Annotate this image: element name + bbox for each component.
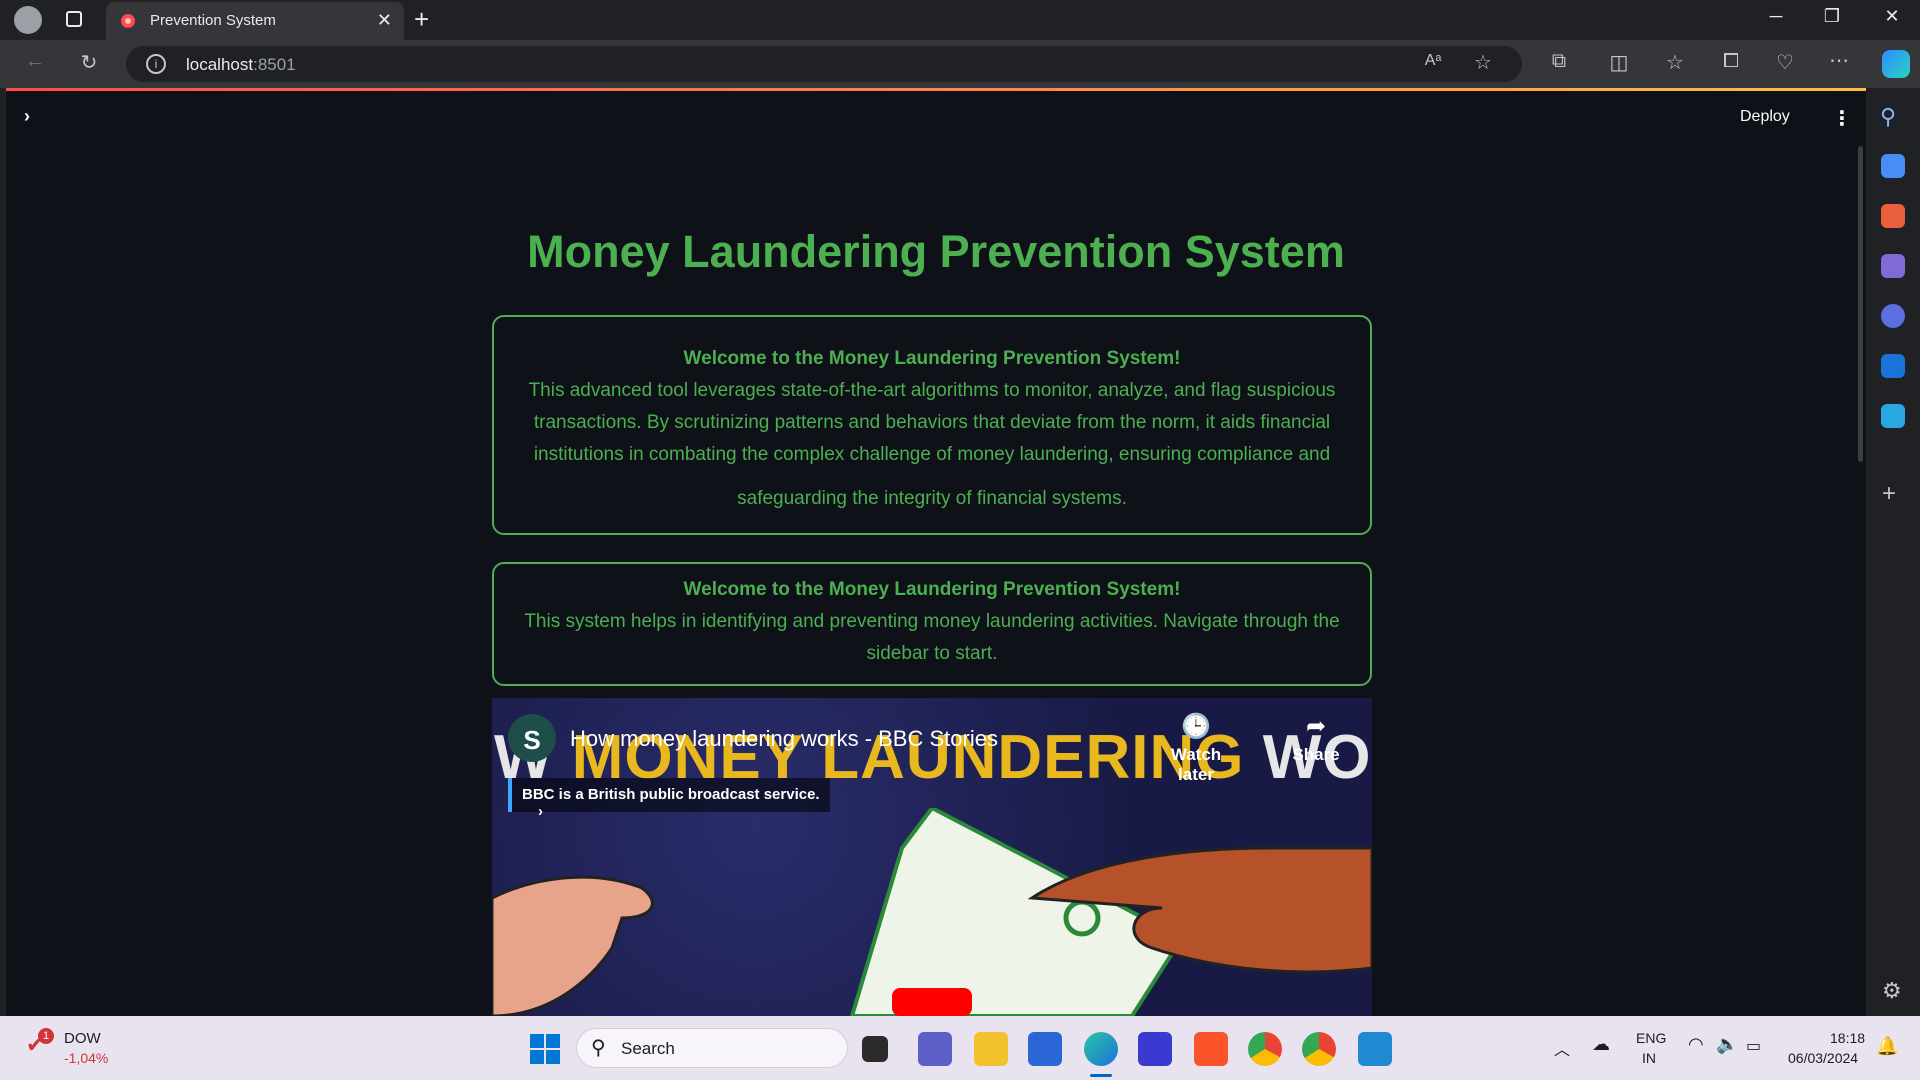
expand-sidebar-icon[interactable]: › <box>24 106 30 127</box>
channel-logo[interactable]: S <box>508 714 556 762</box>
share-label: Share <box>1292 745 1340 764</box>
video-title[interactable]: How money laundering works - BBC Stories <box>570 726 998 752</box>
lang-bottom[interactable]: IN <box>1642 1050 1656 1066</box>
info-card: Welcome to the Money Laundering Preventi… <box>492 562 1372 686</box>
watch-later-button[interactable]: 🕒 Watch later <box>1156 712 1236 785</box>
reload-icon[interactable]: ↻ <box>74 50 104 75</box>
widget-badge: 1 <box>38 1028 54 1044</box>
sidebar-settings-icon[interactable]: ⚙ <box>1882 978 1902 1004</box>
header-decoration <box>6 88 1866 91</box>
welcome-card-body: This advanced tool leverages state-of-th… <box>528 380 1336 465</box>
browser-title-bar: Prevention System ✕ + ─ ❐ ✕ <box>0 0 1920 40</box>
share-button[interactable]: ➦ Share <box>1288 712 1344 765</box>
m365-icon[interactable] <box>1881 304 1905 328</box>
browser-essentials-icon[interactable]: ♡ <box>1770 50 1800 75</box>
favorites-icon[interactable]: ☆ <box>1660 50 1690 75</box>
welcome-card-body-last: safeguarding the integrity of financial … <box>737 488 1127 509</box>
task-view-icon[interactable] <box>862 1036 888 1062</box>
money-hands-illustration <box>492 808 1372 1016</box>
show-hidden-icons[interactable]: ︿ <box>1554 1036 1570 1060</box>
back-icon[interactable]: ← <box>20 50 50 73</box>
sidebar-add-icon[interactable]: + <box>1882 480 1896 508</box>
address-bar[interactable]: i localhost:8501 Aᵃ ☆ <box>126 46 1522 82</box>
chrome-icon[interactable] <box>1248 1032 1282 1066</box>
restore-icon[interactable]: ❐ <box>1812 6 1852 27</box>
window-close-icon[interactable]: ✕ <box>1872 6 1912 27</box>
site-info-icon[interactable]: i <box>146 54 166 74</box>
tab-actions-icon[interactable] <box>66 11 82 27</box>
start-icon[interactable] <box>530 1034 560 1064</box>
active-app-indicator <box>1090 1074 1112 1077</box>
read-aloud-icon[interactable]: Aᵃ <box>1418 52 1448 70</box>
collections-icon[interactable]: ⧠ <box>1716 50 1746 73</box>
minimize-icon[interactable]: ─ <box>1756 6 1796 27</box>
edge-sidebar: ⚲ + ⚙ <box>1866 88 1920 1016</box>
browser-toolbar: ← ↻ i localhost:8501 Aᵃ ☆ ⧉ ◫ ☆ ⧠ ♡ ⋯ <box>0 40 1920 88</box>
wifi-icon[interactable]: ◠ <box>1688 1034 1704 1055</box>
clock-date[interactable]: 06/03/2024 <box>1788 1050 1858 1066</box>
lang-top[interactable]: ENG <box>1636 1030 1666 1046</box>
youtube-video-embed[interactable]: W MONEY LAUNDERING WOR S How money laund… <box>492 698 1372 1016</box>
chrome-profile-icon[interactable] <box>1302 1032 1336 1066</box>
page-title: Money Laundering Prevention System <box>527 226 1345 277</box>
volume-icon[interactable]: 🔈 <box>1716 1034 1738 1055</box>
teams-icon[interactable] <box>918 1032 952 1066</box>
clock-time[interactable]: 18:18 <box>1830 1030 1865 1046</box>
welcome-card-heading: Welcome to the Money Laundering Preventi… <box>683 348 1181 369</box>
tab-title: Prevention System <box>150 12 276 29</box>
profile-avatar[interactable] <box>14 6 42 34</box>
watch-later-label: Watch later <box>1170 745 1222 784</box>
tools-icon[interactable] <box>1881 204 1905 228</box>
games-icon[interactable] <box>1881 254 1905 278</box>
split-screen-icon[interactable]: ◫ <box>1604 50 1634 75</box>
battery-icon[interactable]: ▭ <box>1746 1036 1761 1056</box>
url-port: :8501 <box>253 55 296 74</box>
copilot-icon[interactable] <box>1882 50 1910 78</box>
scrollbar[interactable] <box>1858 146 1863 462</box>
info-card-heading: Welcome to the Money Laundering Preventi… <box>683 579 1181 600</box>
share-icon: ➦ <box>1305 713 1327 740</box>
sidebar-search-icon[interactable]: ⚲ <box>1880 104 1896 130</box>
new-tab-button[interactable]: + <box>414 4 429 35</box>
extensions-icon[interactable]: ⧉ <box>1544 50 1574 73</box>
stock-widget[interactable]: ✔ 1 DOW -1,04% <box>22 1026 122 1070</box>
search-placeholder: Search <box>621 1039 675 1058</box>
file-explorer-icon[interactable] <box>974 1032 1008 1066</box>
clock-icon: 🕒 <box>1181 713 1211 740</box>
windows-taskbar: ✔ 1 DOW -1,04% ⚲ Search ︿ ☁ ENG IN ◠ 🔈 ▭… <box>0 1016 1920 1080</box>
shopping-icon[interactable] <box>1881 154 1905 178</box>
info-panel-badge[interactable]: BBC is a British public broadcast servic… <box>508 778 830 820</box>
info-panel-text: BBC is a British public broadcast servic… <box>522 786 820 803</box>
widget-title: DOW <box>64 1030 101 1047</box>
favorite-star-icon[interactable]: ☆ <box>1468 50 1498 75</box>
deploy-button[interactable]: Deploy <box>1740 108 1790 126</box>
drop-icon[interactable] <box>1881 404 1905 428</box>
outlook-icon[interactable] <box>1881 354 1905 378</box>
url-host: localhost <box>186 55 254 74</box>
store-icon[interactable] <box>1028 1032 1062 1066</box>
notification-bell-icon[interactable]: 🔔 <box>1876 1036 1898 1057</box>
main-menu-icon[interactable]: ⋮ <box>1832 106 1852 131</box>
search-icon: ⚲ <box>591 1037 606 1059</box>
widget-value: -1,04% <box>64 1050 109 1066</box>
app-icon[interactable] <box>1138 1032 1172 1066</box>
more-menu-icon[interactable]: ⋯ <box>1824 48 1854 73</box>
streamlit-app: › Deploy ⋮ Money Laundering Prevention S… <box>6 88 1866 1016</box>
brave-icon[interactable] <box>1194 1032 1228 1066</box>
vscode-icon[interactable] <box>1358 1032 1392 1066</box>
tab-close-icon[interactable]: ✕ <box>377 10 392 31</box>
streamlit-favicon-icon <box>121 14 135 28</box>
tab-prevention-system[interactable]: Prevention System ✕ <box>106 2 404 40</box>
chevron-right-icon: › <box>538 803 543 820</box>
welcome-card: Welcome to the Money Laundering Preventi… <box>492 315 1372 535</box>
taskbar-search[interactable]: ⚲ Search <box>576 1028 848 1068</box>
edge-icon[interactable] <box>1084 1032 1118 1066</box>
onedrive-icon[interactable]: ☁ <box>1592 1034 1610 1055</box>
info-card-body: This system helps in identifying and pre… <box>524 611 1340 664</box>
